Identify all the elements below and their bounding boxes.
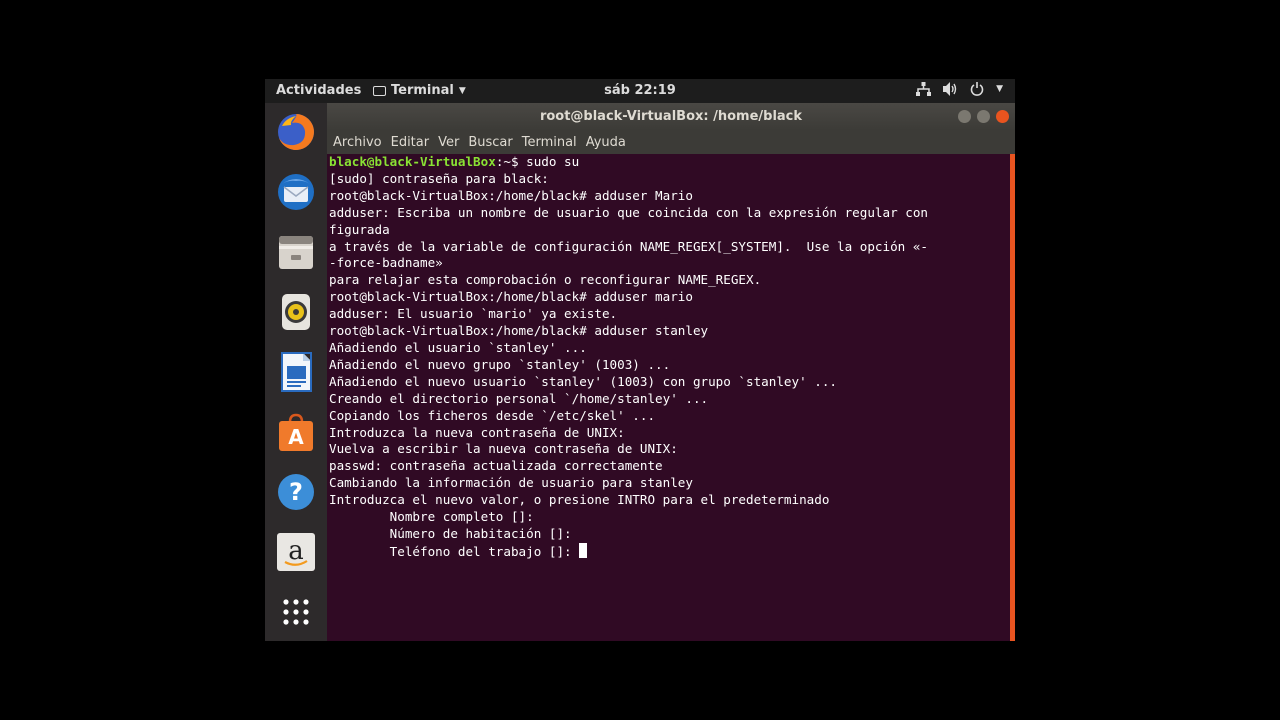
terminal-line: -force-badname» [329, 255, 443, 271]
chevron-down-icon: ▼ [996, 84, 1003, 94]
terminal-line: passwd: contraseña actualizada correctam… [329, 458, 663, 474]
terminal-window: root@black-VirtualBox: /home/black Archi… [327, 103, 1015, 641]
menu-archivo[interactable]: Archivo [333, 135, 382, 150]
terminal-line: Número de habitación []: [329, 525, 572, 541]
text-cursor [579, 542, 588, 558]
svg-text:A: A [288, 425, 304, 449]
show-apps-icon[interactable] [276, 592, 316, 632]
power-icon [970, 82, 984, 96]
maximize-button[interactable] [977, 110, 990, 123]
terminal-line: adduser: El usuario `mario' ya existe. [329, 306, 618, 322]
terminal-line: [sudo] contraseña para black: [329, 170, 549, 186]
menu-bar: Archivo Editar Ver Buscar Terminal Ayuda [327, 130, 1015, 154]
svg-text:?: ? [289, 478, 303, 506]
scrollbar[interactable] [1010, 154, 1015, 641]
terminal-line: black@black-VirtualBox:~$ sudo su [329, 154, 1009, 171]
window-titlebar[interactable]: root@black-VirtualBox: /home/black [327, 103, 1015, 130]
prompt-command: :~$ sudo su [495, 154, 580, 169]
terminal-line: para relajar esta comprobación o reconfi… [329, 272, 762, 288]
top-bar: Actividades Terminal ▼ sáb 22:19 ▼ [265, 79, 1015, 103]
terminal-line: Cambiando la información de usuario para… [329, 475, 693, 491]
terminal-line: Añadiendo el nuevo usuario `stanley' (10… [329, 373, 837, 389]
window-title: root@black-VirtualBox: /home/black [539, 109, 803, 124]
dock: A ? a [265, 103, 327, 641]
terminal-line: Copiando los ficheros desde `/etc/skel' … [329, 407, 656, 423]
vm-screen: Actividades Terminal ▼ sáb 22:19 ▼ A ? a… [265, 79, 1015, 641]
files-icon[interactable] [276, 232, 316, 272]
volume-icon [943, 82, 957, 96]
prompt-user: black@black-VirtualBox [329, 154, 496, 169]
terminal-line: Añadiendo el nuevo grupo `stanley' (1003… [329, 356, 671, 372]
current-prompt: Teléfono del trabajo []: [329, 543, 580, 559]
thunderbird-icon[interactable] [276, 172, 316, 212]
system-menu[interactable]: ▼ [916, 82, 1003, 96]
menu-ayuda[interactable]: Ayuda [586, 135, 626, 150]
terminal-line: Vuelva a escribir la nueva contraseña de… [329, 441, 678, 457]
network-icon [916, 82, 932, 96]
menu-terminal[interactable]: Terminal [522, 135, 577, 150]
terminal-line: adduser: Escriba un nombre de usuario qu… [329, 204, 928, 220]
help-icon[interactable]: ? [276, 472, 316, 512]
terminal-line: figurada [329, 221, 390, 237]
firefox-icon[interactable] [276, 112, 316, 152]
menu-buscar[interactable]: Buscar [468, 135, 512, 150]
software-center-icon[interactable]: A [276, 412, 316, 452]
terminal-line: root@black-VirtualBox:/home/black# addus… [329, 187, 693, 203]
terminal-line: Añadiendo el usuario `stanley' ... [329, 339, 587, 355]
libreoffice-writer-icon[interactable] [276, 352, 316, 392]
clock[interactable]: sáb 22:19 [265, 83, 1015, 98]
minimize-button[interactable] [958, 110, 971, 123]
svg-text:a: a [288, 536, 304, 566]
close-button[interactable] [996, 110, 1009, 123]
terminal-line: root@black-VirtualBox:/home/black# addus… [329, 289, 693, 305]
amazon-icon[interactable]: a [276, 532, 316, 572]
rhythmbox-icon[interactable] [276, 292, 316, 332]
terminal-line: a través de la variable de configuración… [329, 238, 928, 254]
terminal-line: Introduzca el nuevo valor, o presione IN… [329, 492, 830, 508]
terminal-line: root@black-VirtualBox:/home/black# addus… [329, 323, 709, 339]
terminal-line: Nombre completo []: [329, 509, 534, 525]
terminal-line: Introduzca la nueva contraseña de UNIX: [329, 424, 625, 440]
menu-editar[interactable]: Editar [391, 135, 430, 150]
terminal-line: Creando el directorio personal `/home/st… [329, 390, 709, 406]
terminal-input-line[interactable]: Teléfono del trabajo []: [329, 542, 1009, 561]
terminal-output[interactable]: black@black-VirtualBox:~$ sudo su [sudo] … [329, 154, 1009, 641]
menu-ver[interactable]: Ver [438, 135, 459, 150]
